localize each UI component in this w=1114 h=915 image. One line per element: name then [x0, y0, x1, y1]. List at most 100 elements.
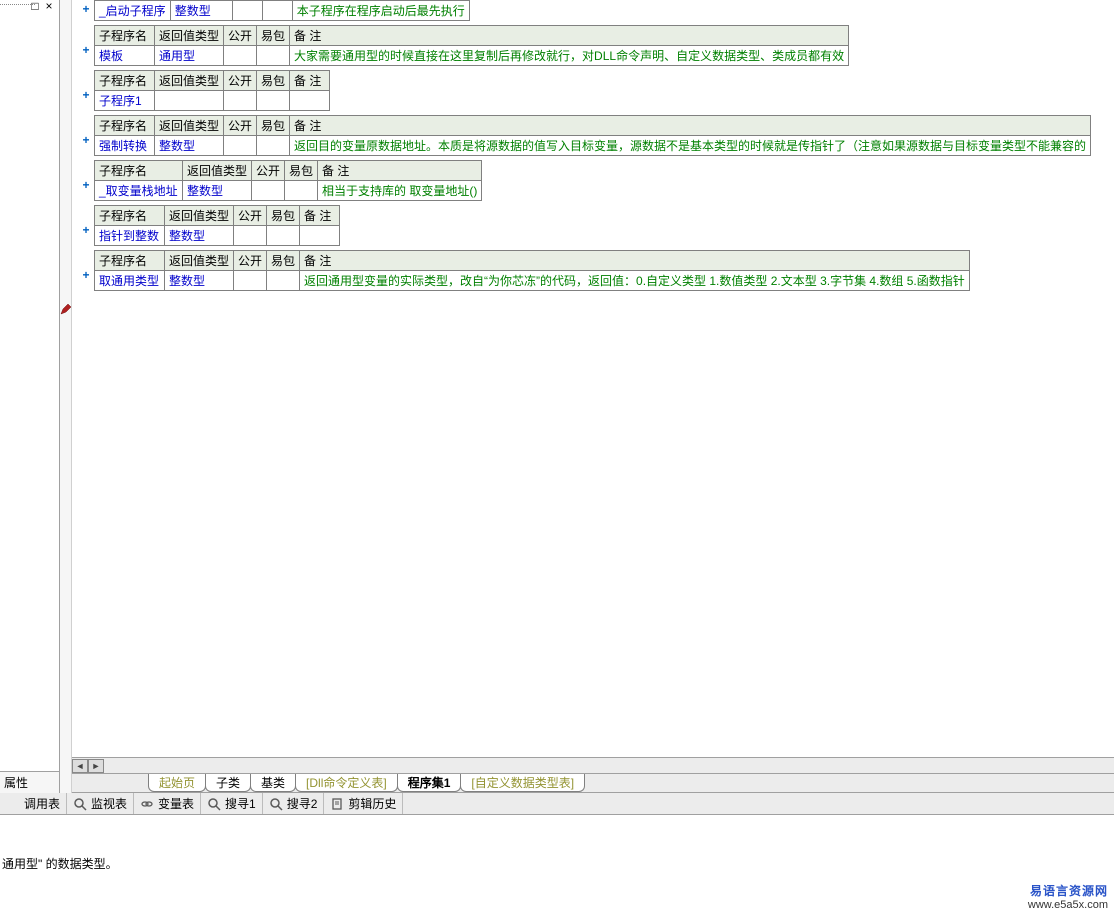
subroutine-table[interactable]: 子程序名返回值类型公开易包备 注取通用类型整数型返回通用型变量的实际类型，改自“… — [94, 250, 970, 291]
table-row[interactable]: _启动子程序整数型本子程序在程序启动后最先执行 — [95, 1, 470, 21]
properties-tab[interactable]: 属性 — [0, 771, 59, 793]
gutter — [60, 0, 72, 793]
col-pub: 公开 — [252, 161, 285, 181]
magnifier-icon — [73, 797, 87, 811]
col-name: 子程序名 — [95, 206, 165, 226]
col-note: 备 注 — [300, 206, 340, 226]
doc-tab[interactable]: 程序集1 — [397, 774, 462, 792]
tool-tab[interactable]: 调用表 — [0, 793, 67, 814]
sub-ret: 整数型 — [159, 139, 195, 153]
sub-ret: 整数型 — [169, 274, 205, 288]
expand-button[interactable]: + — [78, 205, 94, 237]
expand-button[interactable]: + — [78, 160, 94, 192]
doc-tab[interactable]: 基类 — [250, 774, 296, 792]
expand-button[interactable]: + — [78, 250, 94, 282]
expand-button[interactable]: + — [78, 25, 94, 57]
sub-ret: 整数型 — [187, 184, 223, 198]
subroutine-table[interactable]: _启动子程序整数型本子程序在程序启动后最先执行 — [94, 0, 470, 21]
subroutine-table[interactable]: 子程序名返回值类型公开易包备 注子程序1 — [94, 70, 330, 111]
col-pub: 公开 — [224, 26, 257, 46]
call-icon — [6, 797, 20, 811]
expand-button[interactable]: + — [78, 115, 94, 147]
table-row[interactable]: 模板 通用型 大家需要通用型的时候直接在这里复制后再修改就行，对DLL命令声明、自定… — [95, 46, 849, 66]
table-row[interactable]: 强制转换整数型 返回目的变量原数据地址。本质是将源数据的值写入目标变量，源数据不是… — [95, 136, 1091, 156]
tree-close-icon[interactable]: × — [43, 0, 55, 12]
col-pub: 公开 — [234, 251, 267, 271]
doc-tab[interactable]: 子类 — [205, 774, 251, 792]
subroutine-table[interactable]: 子程序名返回值类型公开易包备 注强制转换整数型 返回目的变量原数据地址。本质是将源… — [94, 115, 1091, 156]
col-pub: 公开 — [224, 71, 257, 91]
tool-tab[interactable]: 搜寻1 — [201, 793, 263, 814]
col-pkg: 易包 — [257, 116, 290, 136]
col-ret: 返回值类型 — [155, 71, 224, 91]
clip-icon — [330, 797, 344, 811]
col-pkg: 易包 — [267, 206, 300, 226]
tool-tab[interactable]: 变量表 — [134, 793, 201, 814]
sub-note: 返回目的变量原数据地址。本质是将源数据的值写入目标变量，源数据不是基本类型的时候… — [294, 139, 1086, 153]
col-note: 备 注 — [318, 161, 482, 181]
search-icon — [269, 797, 283, 811]
sub-name: 取通用类型 — [99, 274, 159, 288]
tool-tab-label: 搜寻1 — [225, 795, 256, 812]
tool-tabs: 调用表 监视表变量表 搜寻1 搜寻2 剪辑历史 — [0, 793, 1114, 815]
expand-button[interactable]: + — [78, 70, 94, 102]
tool-tab[interactable]: 剪辑历史 — [324, 793, 403, 814]
tool-tab-label: 监视表 — [91, 795, 127, 812]
code-editor[interactable]: +_启动子程序整数型本子程序在程序启动后最先执行+子程序名返回值类型公开易包备 … — [72, 0, 1114, 757]
watermark: 易语言资源网 www.e5a5x.com — [1028, 882, 1108, 911]
watermark-url: www.e5a5x.com — [1028, 899, 1108, 911]
search-icon — [207, 797, 221, 811]
subroutine-table[interactable]: 子程序名返回值类型公开易包备 注指针到整数整数型 — [94, 205, 340, 246]
horizontal-scrollbar[interactable]: ◄ ► — [72, 757, 1114, 773]
message-area: 通用型" 的数据类型。 易语言资源网 www.e5a5x.com — [0, 815, 1114, 915]
doc-tab[interactable]: 起始页 — [148, 774, 206, 792]
sub-note: 返回通用型变量的实际类型，改自“为你芯冻”的代码，返回值：0.自定义类型 1.数… — [304, 274, 965, 288]
col-pkg: 易包 — [285, 161, 318, 181]
col-name: 子程序名 — [95, 116, 155, 136]
col-name: 子程序名 — [95, 161, 183, 181]
col-pkg: 易包 — [257, 26, 290, 46]
tool-tab[interactable]: 监视表 — [67, 793, 134, 814]
tool-tab[interactable]: 搜寻2 — [263, 793, 325, 814]
tree-maximize-icon[interactable]: □ — [29, 0, 41, 12]
col-name: 子程序名 — [95, 71, 155, 91]
sub-ret: 通用型 — [159, 49, 195, 63]
subroutine-table[interactable]: 子程序名返回值类型公开易包备 注模板通用型大家需要通用型的时候直接在这里复制后再… — [94, 25, 849, 66]
sub-name: _启动子程序 — [99, 4, 166, 18]
sub-name: 强制转换 — [99, 139, 147, 153]
table-row[interactable]: _取变量栈地址整数型相当于支持库的 取变量地址() — [95, 181, 482, 201]
col-note: 备 注 — [300, 251, 970, 271]
table-row[interactable]: 取通用类型整数型 返回通用型变量的实际类型，改自“为你芯冻”的代码，返回值：0.自… — [95, 271, 970, 291]
table-row[interactable]: 子程序1 — [95, 91, 330, 111]
col-note: 备 注 — [290, 116, 1091, 136]
sub-note: 大家需要通用型的时候直接在这里复制后再修改就行，对DLL命令声明、自定义数据类型… — [294, 49, 844, 63]
col-pub: 公开 — [224, 116, 257, 136]
col-ret: 返回值类型 — [165, 206, 234, 226]
left-panel: □ × 属性 — [0, 0, 60, 793]
sub-note: 相当于支持库的 取变量地址() — [322, 184, 477, 198]
tool-tab-label: 剪辑历史 — [348, 795, 396, 812]
scroll-left-button[interactable]: ◄ — [72, 759, 88, 773]
sub-name: 模板 — [99, 49, 123, 63]
edit-pen-icon — [60, 303, 72, 315]
sub-name: 子程序1 — [99, 94, 142, 108]
col-name: 子程序名 — [95, 251, 165, 271]
expand-button[interactable]: + — [78, 0, 94, 16]
sub-note: 本子程序在程序启动后最先执行 — [297, 4, 465, 18]
doc-tab[interactable]: [Dll命令定义表] — [295, 774, 398, 792]
col-pub: 公开 — [234, 206, 267, 226]
table-row[interactable]: 指针到整数整数型 — [95, 226, 340, 246]
sub-ret: 整数型 — [169, 229, 205, 243]
tool-tab-label: 调用表 — [24, 795, 60, 812]
col-ret: 返回值类型 — [155, 26, 224, 46]
scroll-right-button[interactable]: ► — [88, 759, 104, 773]
tree-view[interactable]: □ × — [0, 0, 59, 771]
col-ret: 返回值类型 — [165, 251, 234, 271]
col-ret: 返回值类型 — [155, 116, 224, 136]
doc-tab[interactable]: [自定义数据类型表] — [460, 774, 585, 792]
message-text: 通用型" 的数据类型。 — [2, 857, 118, 871]
subroutine-table[interactable]: 子程序名返回值类型公开易包备 注_取变量栈地址整数型相当于支持库的 取变量地址(… — [94, 160, 482, 201]
col-note: 备 注 — [290, 71, 330, 91]
col-pkg: 易包 — [257, 71, 290, 91]
tool-tab-label: 搜寻2 — [287, 795, 318, 812]
